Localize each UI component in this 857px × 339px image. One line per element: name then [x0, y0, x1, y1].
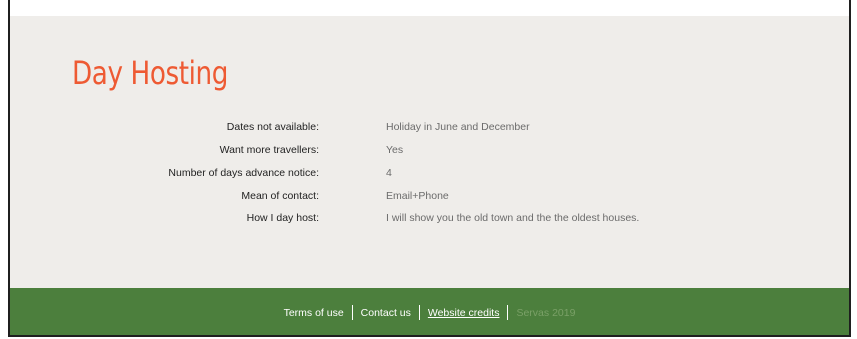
website-credits-link[interactable]: Website credits [428, 307, 500, 319]
footer: Terms of use Contact us Website credits … [10, 288, 849, 335]
page-frame: Day Hosting Dates not available: Holiday… [8, 0, 851, 337]
detail-label: Dates not available: [226, 121, 319, 133]
detail-row-dates: Dates not available: Holiday in June and… [10, 121, 849, 144]
detail-label: Mean of contact: [241, 190, 319, 202]
detail-row-travellers: Want more travellers: Yes [10, 144, 849, 167]
terms-of-use-link[interactable]: Terms of use [284, 307, 344, 319]
copyright-text: Servas 2019 [516, 306, 576, 319]
detail-row-how: How I day host: I will show you the old … [10, 212, 849, 242]
page-title: Day Hosting [72, 54, 228, 92]
detail-value: I will show you the old town and the the… [386, 212, 640, 224]
detail-label: How I day host: [246, 212, 319, 224]
details-list: Dates not available: Holiday in June and… [10, 121, 849, 242]
footer-divider [418, 305, 420, 320]
detail-value: Holiday in June and December [386, 121, 530, 133]
detail-row-notice: Number of days advance notice: 4 [10, 167, 849, 190]
day-hosting-section: Day Hosting Dates not available: Holiday… [10, 16, 849, 288]
detail-label: Number of days advance notice: [168, 167, 319, 179]
footer-divider [507, 305, 509, 320]
detail-label: Want more travellers: [219, 144, 319, 156]
contact-us-link[interactable]: Contact us [361, 307, 411, 319]
footer-divider [351, 305, 353, 320]
detail-value: Email+Phone [386, 190, 449, 202]
detail-value: Yes [386, 144, 404, 156]
detail-row-contact: Mean of contact: Email+Phone [10, 190, 849, 212]
detail-value: 4 [386, 167, 392, 179]
